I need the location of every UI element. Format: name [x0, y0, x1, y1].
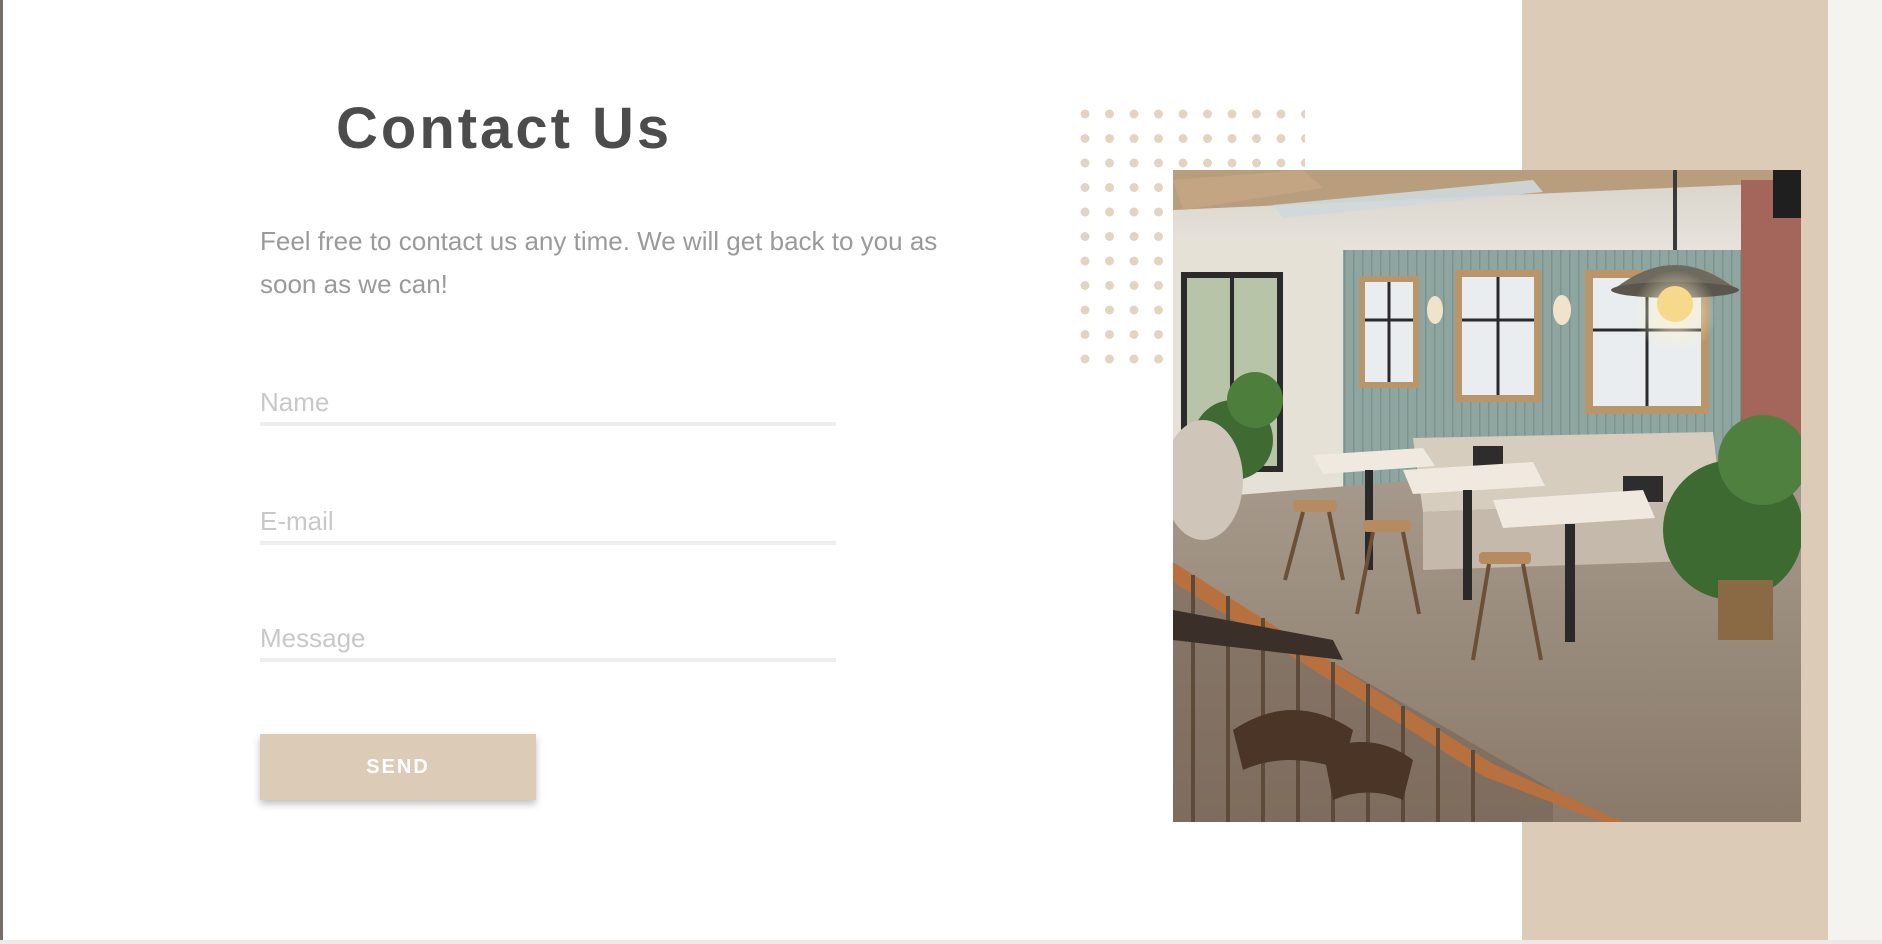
left-border	[0, 0, 3, 944]
email-field[interactable]	[260, 501, 836, 545]
message-field[interactable]	[260, 618, 836, 662]
page-title: Contact Us	[336, 96, 673, 161]
right-edge-strip	[1828, 0, 1882, 944]
intro-text: Feel free to contact us any time. We wil…	[260, 226, 938, 299]
restaurant-interior-photo	[1173, 170, 1801, 822]
name-field[interactable]	[260, 382, 836, 426]
bottom-divider	[0, 940, 1882, 944]
send-button[interactable]: SEND	[260, 734, 536, 800]
